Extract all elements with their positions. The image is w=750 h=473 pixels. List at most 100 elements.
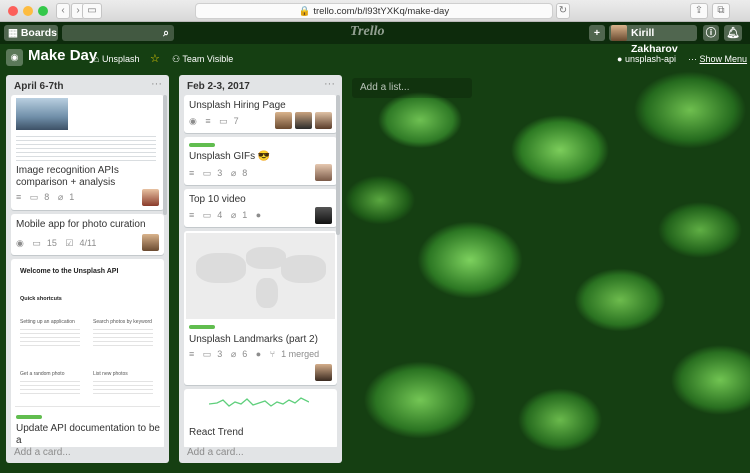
user-menu-button[interactable]: Kirill Zakharov: [609, 25, 697, 55]
list-title[interactable]: Feb 2-3, 2017: [187, 81, 250, 92]
avatar[interactable]: [315, 112, 332, 129]
boards-button[interactable]: ▦ Boards: [4, 25, 58, 41]
card-image-recognition[interactable]: Image recognition APIs comparison + anal…: [11, 95, 164, 210]
description-icon: ≡: [189, 168, 195, 178]
tabs-icon[interactable]: ⧉: [712, 3, 730, 19]
card-title: Unsplash Landmarks (part 2): [189, 334, 318, 345]
card-mobile-app[interactable]: Mobile app for photo curation ◉ ▭ 15 ☑ 4/1…: [11, 214, 164, 255]
comment-count: 7: [233, 116, 239, 126]
show-menu-button[interactable]: ··· Show Menu: [688, 51, 747, 67]
comment-count: 4: [217, 210, 223, 220]
url-text: trello.com/b/l93tYXKq/make-day: [313, 6, 450, 17]
zoom-window-button[interactable]: [38, 6, 48, 16]
search-icon: ⌕: [163, 27, 169, 39]
team-icon: ⌂: [94, 54, 100, 64]
card-badges: ◉ ≡ ▭ 7: [189, 116, 245, 127]
powerup-button[interactable]: ● unsplash-api: [617, 51, 676, 67]
browser-toolbar: ‹ › ▭ 🔒 trello.com/b/l93tYXKq/make-day ↻…: [0, 0, 750, 22]
card-title: Update API documentation to be a: [16, 423, 160, 446]
more-icon: ···: [688, 54, 697, 64]
comment-icon: ▭: [29, 192, 39, 202]
board-header: ◉ Make Day ⌂ Unsplash ☆ ⚇ Team Visible ●…: [0, 44, 750, 74]
avatar[interactable]: [315, 164, 332, 181]
add-icon[interactable]: +: [589, 25, 605, 41]
card-badges: ≡ ▭ 8 ⌀ 1: [16, 192, 80, 203]
info-icon[interactable]: ⓘ: [703, 25, 719, 41]
visibility-label: Team Visible: [182, 54, 234, 64]
attachment-count: 6: [242, 349, 248, 359]
close-window-button[interactable]: [8, 6, 18, 16]
back-icon[interactable]: ‹: [56, 3, 70, 19]
card-container: Unsplash Hiring Page ◉ ≡ ▭ 7 Unsplash GIF…: [184, 95, 337, 447]
comment-icon: ▭: [202, 349, 212, 359]
card-title: React Trend: [189, 427, 244, 438]
doc-text-lines: [20, 326, 80, 346]
avatar[interactable]: [315, 364, 332, 381]
comment-icon: ▭: [202, 168, 212, 178]
trello-logo[interactable]: Trello: [350, 24, 384, 40]
github-icon: ●: [617, 54, 623, 64]
show-menu-label: Show Menu: [699, 54, 748, 64]
board-title[interactable]: Make Day: [28, 48, 97, 64]
doc-item: Get a random photo: [20, 371, 65, 377]
attachment-count: 1: [69, 192, 75, 202]
map-landmass: [256, 278, 278, 308]
card-api-docs[interactable]: Welcome to the Unsplash API Quick shortc…: [11, 259, 164, 447]
avatar: [611, 25, 627, 41]
list-title[interactable]: April 6-7th: [14, 81, 63, 92]
trend-sparkline: [209, 397, 309, 407]
avatar[interactable]: [315, 207, 332, 224]
sidebar-icon[interactable]: ▭: [82, 3, 102, 19]
card-gifs[interactable]: Unsplash GIFs 😎 ≡ ▭ 3 ⌀ 8: [184, 137, 337, 185]
reload-icon[interactable]: ↻: [556, 3, 570, 19]
doc-text-lines: [20, 378, 80, 396]
add-card-button[interactable]: Add a card...: [14, 447, 71, 458]
trello-header: ▦ Boards ⌕ Trello + Kirill Zakharov ⓘ 🔔︎: [0, 22, 750, 55]
card-cover-map: [186, 233, 335, 319]
map-landmass: [196, 253, 246, 283]
card-top10-video[interactable]: Top 10 video ≡ ▭ 4 ⌀ 1 ●: [184, 189, 337, 227]
powerup-label: unsplash-api: [624, 54, 676, 64]
bell-icon[interactable]: 🔔︎: [724, 25, 742, 41]
watch-icon: ◉: [16, 238, 24, 248]
list-menu-icon[interactable]: ···: [151, 78, 162, 90]
minimize-window-button[interactable]: [23, 6, 33, 16]
list-scrollbar[interactable]: [163, 95, 167, 215]
add-list-button[interactable]: Add a list...: [352, 78, 472, 98]
attachment-icon: ⌀: [57, 192, 64, 202]
avatar[interactable]: [142, 189, 159, 206]
card-landmarks[interactable]: Unsplash Landmarks (part 2) ≡ ▭ 3 ⌀ 6 ● ⑂ 1…: [184, 231, 337, 385]
list-scrollbar[interactable]: [336, 95, 340, 235]
visibility-icon: ⚇: [172, 54, 181, 64]
map-landmass: [246, 247, 286, 269]
card-cover-document: [16, 133, 156, 161]
star-icon[interactable]: ☆: [150, 51, 160, 67]
boards-label: Boards: [20, 27, 58, 39]
logo-text: Trello: [350, 24, 385, 39]
card-badges: ≡ ▭ 3 ⌀ 6 ● ⑂ 1 merged: [189, 349, 325, 360]
github-icon: ●: [255, 210, 262, 220]
search-input[interactable]: ⌕: [62, 25, 174, 41]
card-title: Image recognition APIs comparison + anal…: [16, 165, 119, 188]
avatar[interactable]: [295, 112, 312, 129]
avatar[interactable]: [275, 112, 292, 129]
comment-icon: ▭: [219, 116, 228, 126]
description-icon: ≡: [189, 210, 195, 220]
card-hiring-page[interactable]: Unsplash Hiring Page ◉ ≡ ▭ 7: [184, 95, 337, 133]
visibility-button[interactable]: ⚇ Team Visible: [172, 51, 233, 67]
card-title: Unsplash GIFs 😎: [189, 151, 271, 162]
list-menu-icon[interactable]: ···: [324, 78, 335, 90]
doc-text-lines: [93, 326, 153, 346]
checklist-icon: ☑: [65, 238, 74, 248]
team-button[interactable]: ⌂ Unsplash: [94, 51, 139, 67]
attachment-count: 1: [242, 210, 248, 220]
add-card-button[interactable]: Add a card...: [187, 447, 244, 458]
avatar[interactable]: [142, 234, 159, 251]
card-react-trend[interactable]: React Trend: [184, 389, 337, 447]
address-bar[interactable]: 🔒 trello.com/b/l93tYXKq/make-day: [195, 3, 553, 19]
card-container: Image recognition APIs comparison + anal…: [11, 95, 164, 447]
attachment-count: 8: [242, 168, 248, 178]
comment-icon: ▭: [202, 210, 212, 220]
share-icon[interactable]: ⇪: [690, 3, 708, 19]
doc-title: Welcome to the Unsplash API: [20, 268, 119, 275]
